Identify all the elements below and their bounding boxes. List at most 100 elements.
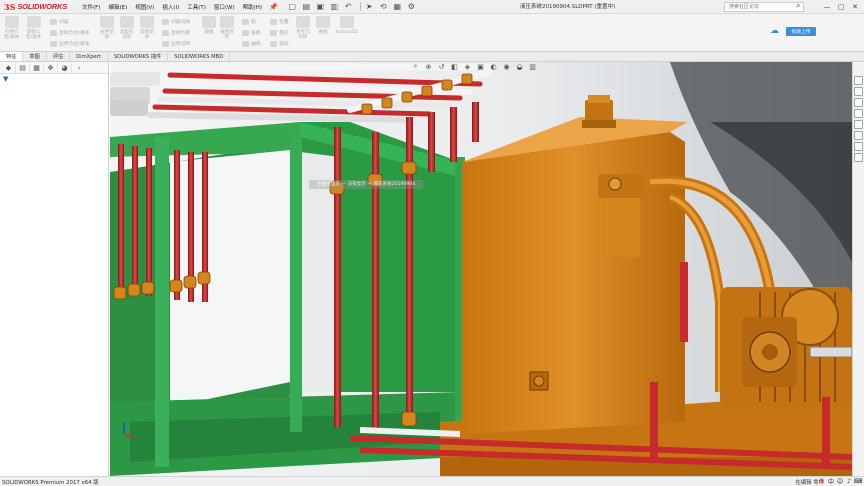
undo-icon[interactable]: ↶ <box>343 2 354 12</box>
view-orientation-icon[interactable]: ◈ <box>462 62 473 71</box>
configuration-manager-icon[interactable]: ▦ <box>30 62 44 73</box>
mirror-button[interactable]: 镜向 <box>270 40 289 47</box>
property-manager-icon[interactable]: ▤ <box>16 62 30 73</box>
swept-cut-button[interactable]: 扫描切除 <box>162 18 190 25</box>
menu-help[interactable]: 帮助(H) <box>239 3 266 11</box>
intersect-icon <box>270 29 277 36</box>
boundary-cut-button[interactable]: 边界切除 <box>162 40 190 47</box>
scene-icon[interactable]: ◒ <box>514 62 525 71</box>
menu-tools[interactable]: 工具(T) <box>183 3 210 11</box>
revolve-boss-button[interactable]: 旋转凸 台/基体 <box>26 16 41 40</box>
instant3d-button[interactable]: Instant3D <box>336 16 358 35</box>
tab-mbd[interactable]: SOLIDWORKS MBD <box>168 52 231 61</box>
dimxpert-manager-icon[interactable]: ✥ <box>44 62 58 73</box>
intersect-label: 相交 <box>279 31 289 36</box>
menu-file[interactable]: 文件(F) <box>78 3 104 11</box>
section-view-icon[interactable]: ◧ <box>449 62 460 71</box>
rib-feature-button[interactable]: 筋 <box>242 18 256 25</box>
fillet-button[interactable]: 圆角 <box>202 16 216 35</box>
upload-button[interactable]: 指南上传 <box>786 27 816 36</box>
boundary-boss-label: 边界凸台/基体 <box>59 42 90 47</box>
minimize-icon[interactable]: — <box>820 0 834 13</box>
linear-pattern-button[interactable]: 线性阵 列 <box>220 16 234 40</box>
reference-geometry-button[interactable]: 参考几 何体 <box>296 16 310 40</box>
menu-window[interactable]: 窗口(W) <box>210 3 239 11</box>
menu-bar: 文件(F) 编辑(E) 视图(V) 插入(I) 工具(T) 窗口(W) 帮助(H… <box>78 0 281 14</box>
select-pointer-icon[interactable]: ➤ <box>364 2 375 12</box>
options-gear-icon[interactable]: ⚙ <box>406 2 417 12</box>
previous-view-icon[interactable]: ↺ <box>436 62 447 71</box>
design-library-icon[interactable] <box>854 87 863 96</box>
search-icon[interactable]: ⌕ <box>796 1 800 11</box>
curves-button[interactable]: 曲线 <box>316 16 330 35</box>
lofted-cut-button[interactable]: 放样切割 <box>162 29 190 36</box>
view-settings-icon[interactable]: ▥ <box>527 62 538 71</box>
new-document-icon[interactable]: ▢ <box>287 2 298 12</box>
display-style-icon[interactable]: ▣ <box>475 62 486 71</box>
boundary-cut-icon <box>162 40 169 47</box>
extrude-cut-button[interactable]: 拉伸切 除 <box>100 16 114 40</box>
window-controls: — ▢ ✕ <box>820 0 862 13</box>
loft-boss-button[interactable]: 放样凸台/基体 <box>50 29 89 36</box>
feature-tree-icon[interactable]: ◆ <box>2 62 16 73</box>
keyboard-icon[interactable]: ⌨ <box>854 478 863 485</box>
product-version-text: SOLIDWORKS Premium 2017 x64 版 <box>2 479 99 486</box>
maximize-icon[interactable]: ▢ <box>834 0 848 13</box>
draft-button[interactable]: 拔模 <box>242 29 261 36</box>
filter-icon[interactable]: ▼ <box>0 74 108 84</box>
custom-properties-icon[interactable] <box>854 131 863 140</box>
tab-features[interactable]: 特征 <box>0 52 24 61</box>
menu-insert[interactable]: 插入(I) <box>158 3 183 11</box>
mirror-icon <box>270 40 277 47</box>
pin-icon[interactable]: 📌 <box>266 3 281 11</box>
rib-feature-label: 筋 <box>251 20 256 25</box>
revolve-cut-button[interactable]: 旋转切 除 <box>140 16 154 40</box>
toolbox-icon[interactable] <box>854 153 863 162</box>
hole-wizard-icon <box>120 16 134 28</box>
tab-addins[interactable]: SOLIDWORKS 插件 <box>108 52 169 61</box>
display-state-banner: 主图层显示 — 渲染显示 — 液压系统20190904 <box>309 180 424 189</box>
open-folder-icon[interactable]: ▤ <box>301 2 312 12</box>
tab-sketch[interactable]: 草图 <box>23 52 47 61</box>
extrude-boss-button[interactable]: 拉伸凸 台/基体 <box>4 16 19 40</box>
emoji-icon[interactable]: ☺ <box>836 478 844 485</box>
zoom-to-fit-icon[interactable]: ⌕ <box>410 62 421 71</box>
sweep-button[interactable]: 扫描 <box>50 18 69 25</box>
search-input[interactable]: 搜索社区论坛 <box>724 2 804 12</box>
ime-lang-icon[interactable]: 中 <box>827 478 835 486</box>
expand-arrow-icon[interactable]: › <box>72 63 86 73</box>
mic-icon[interactable]: ♪ <box>845 478 853 485</box>
system-tray: S 中 ☺ ♪ ⌨ <box>817 478 863 486</box>
tab-evaluate[interactable]: 评估 <box>47 52 71 61</box>
graphics-viewport[interactable]: ⌕ ⊕ ↺ ◧ ◈ ▣ ◐ ◉ ◒ ▥ 主图层显示 — 渲染显示 — 液压系统2… <box>110 62 852 476</box>
rebuild-icon[interactable]: ⟲ <box>378 2 389 12</box>
rib-feature-icon <box>242 18 249 25</box>
ime-s-icon[interactable]: S <box>818 478 826 485</box>
swept-cut-label: 扫描切除 <box>171 20 191 25</box>
file-properties-icon[interactable]: ▦ <box>392 2 403 12</box>
solidworks-logo[interactable]: 3S SOLIDWORKS <box>0 2 78 12</box>
hole-wizard-button[interactable]: 异型孔 向导 <box>120 16 134 40</box>
appearances-icon[interactable] <box>854 120 863 129</box>
zoom-area-icon[interactable]: ⊕ <box>423 62 434 71</box>
wrap-button[interactable]: 包覆 <box>270 18 289 25</box>
menu-view[interactable]: 视图(V) <box>131 3 158 11</box>
display-manager-icon[interactable]: ◕ <box>58 62 72 73</box>
intersect-button[interactable]: 相交 <box>270 29 289 36</box>
instant3d-label: Instant3D <box>336 30 358 35</box>
tab-dimxpert[interactable]: DimXpert <box>70 52 108 61</box>
revolve-cut-label: 旋转切 除 <box>140 30 154 40</box>
shell-button[interactable]: 抽壳 <box>242 40 261 47</box>
view-palette-icon[interactable] <box>854 109 863 118</box>
solidworks-resources-icon[interactable] <box>854 76 863 85</box>
hide-show-icon[interactable]: ◐ <box>488 62 499 71</box>
boundary-boss-button[interactable]: 边界凸台/基体 <box>50 40 89 47</box>
menu-edit[interactable]: 编辑(E) <box>104 3 131 11</box>
reference-geometry-label: 参考几 何体 <box>296 30 310 40</box>
file-explorer-icon[interactable] <box>854 98 863 107</box>
save-icon[interactable]: ▣ <box>315 2 326 12</box>
edit-appearance-icon[interactable]: ◉ <box>501 62 512 71</box>
close-icon[interactable]: ✕ <box>848 0 862 13</box>
print-icon[interactable]: ▥ <box>329 2 340 12</box>
forum-icon[interactable] <box>854 142 863 151</box>
